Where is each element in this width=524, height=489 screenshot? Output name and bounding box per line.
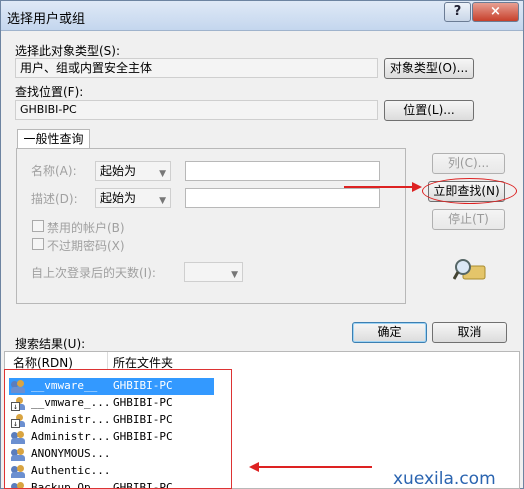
close-button[interactable]: × (472, 2, 519, 22)
find-now-highlight-ellipse (422, 178, 517, 204)
days-since-logon-combo[interactable]: ▼ (184, 262, 243, 282)
annotation-arrowhead-results (249, 462, 259, 472)
chevron-down-icon: ▼ (231, 270, 238, 280)
annotation-arrow-line-results (259, 466, 372, 468)
object-type-label: 选择此对象类型(S): (15, 44, 121, 58)
select-users-dialog: 选择用户或组 ? × 选择此对象类型(S): 用户、组或内置安全主体 对象类型(… (0, 0, 524, 489)
name-label: 名称(A): (31, 164, 77, 178)
search-magnifier-icon (453, 259, 486, 280)
description-input[interactable] (185, 188, 380, 208)
results-highlight-box (4, 369, 232, 489)
description-match-combo[interactable]: 起始为 ▼ (95, 188, 171, 208)
ok-button[interactable]: 确定 (352, 322, 427, 343)
name-input[interactable] (185, 161, 380, 181)
location-field: GHBIBI-PC (15, 100, 378, 120)
chevron-down-icon: ▼ (159, 196, 166, 206)
title-bar: 选择用户或组 ? × (1, 1, 523, 31)
tab-general-query[interactable]: 一般性查询 (17, 129, 90, 149)
columns-button[interactable]: 列(C)... (432, 153, 505, 174)
stop-button[interactable]: 停止(T) (432, 209, 505, 230)
object-types-button[interactable]: 对象类型(O)... (384, 58, 474, 79)
disabled-accounts-label: 禁用的帐户(B) (47, 221, 125, 235)
help-button[interactable]: ? (444, 2, 471, 22)
window-title: 选择用户或组 (7, 12, 86, 27)
chevron-down-icon: ▼ (159, 169, 166, 179)
name-match-combo[interactable]: 起始为 ▼ (95, 161, 171, 181)
column-divider[interactable] (107, 352, 108, 370)
days-since-logon-label: 自上次登录后的天数(I): (31, 266, 156, 280)
annotation-arrow-line (344, 186, 414, 188)
non-expiring-password-checkbox[interactable] (32, 238, 44, 250)
search-results-label: 搜索结果(U): (15, 337, 86, 351)
results-header: 名称(RDN) 所在文件夹 (5, 352, 205, 370)
cancel-button[interactable]: 取消 (432, 322, 507, 343)
annotation-arrowhead (412, 182, 422, 192)
watermark-text: xuexila.com (393, 469, 496, 489)
description-label: 描述(D): (31, 192, 78, 206)
object-type-field: 用户、组或内置安全主体 (15, 58, 378, 78)
disabled-accounts-checkbox[interactable] (32, 220, 44, 232)
description-combo-value: 起始为 (100, 191, 137, 205)
non-expiring-password-label: 不过期密码(X) (47, 239, 125, 253)
locations-button[interactable]: 位置(L)... (384, 100, 474, 121)
name-combo-value: 起始为 (100, 164, 137, 178)
location-label: 查找位置(F): (15, 85, 84, 99)
